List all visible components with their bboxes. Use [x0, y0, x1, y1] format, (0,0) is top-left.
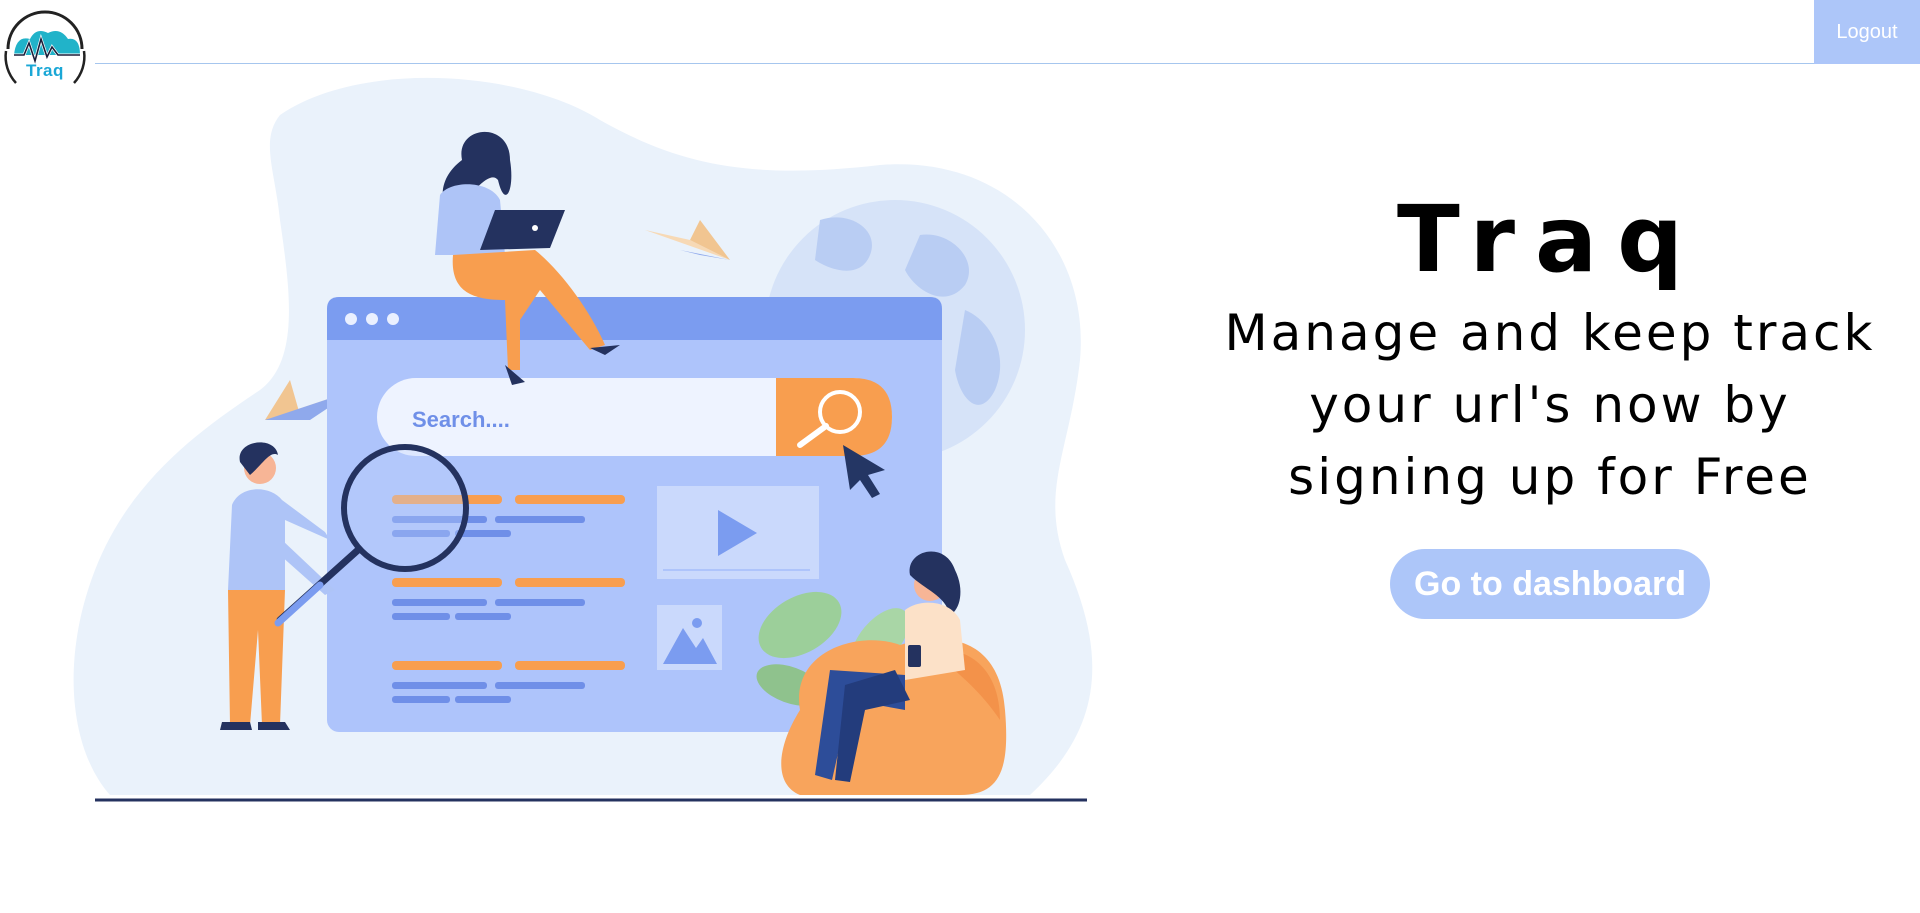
hero-illustration: Search....	[73, 77, 1093, 802]
search-placeholder: Search....	[412, 407, 510, 432]
hero-section: Traq Manage and keep track your url's no…	[1190, 185, 1910, 619]
hero-subtitle: Manage and keep track your url's now by …	[1224, 304, 1876, 506]
go-to-dashboard-button[interactable]: Go to dashboard	[1390, 549, 1710, 619]
hero-title: Traq	[1397, 186, 1703, 293]
header-divider	[95, 63, 1920, 64]
logout-button[interactable]: Logout	[1814, 0, 1920, 64]
